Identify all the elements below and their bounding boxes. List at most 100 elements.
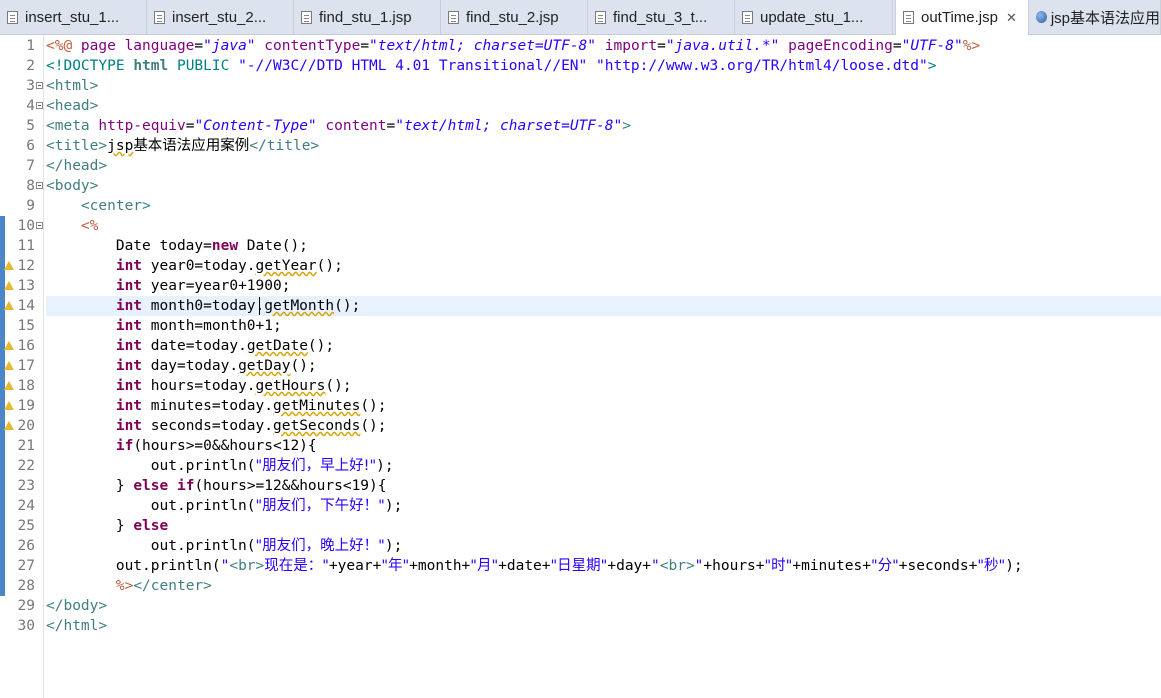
code-line[interactable]: int minutes=today.getMinutes(); <box>46 396 387 416</box>
code-line[interactable]: <% <box>46 216 98 236</box>
code-line[interactable]: int seconds=today.getSeconds(); <box>46 416 387 436</box>
code-line[interactable]: <%@ page language="java" contentType="te… <box>46 36 980 56</box>
tab-6[interactable]: outTime.jsp ✕ <box>895 0 1029 35</box>
code-token: int <box>115 258 143 274</box>
code-line[interactable]: int month=month0+1; <box>46 316 282 336</box>
code-line[interactable]: <meta http-equiv="Content-Type" content=… <box>46 116 631 136</box>
warning-icon[interactable] <box>4 301 14 310</box>
code-line[interactable]: out.println("朋友们，晚上好！"); <box>46 536 403 556</box>
code-line[interactable]: <title>jsp基本语法应用案例</title> <box>46 136 319 156</box>
warning-icon[interactable] <box>4 341 14 350</box>
code-line[interactable]: <head> <box>46 96 98 116</box>
code-token: <meta <box>46 118 99 134</box>
code-token: 现在是：" <box>264 558 329 574</box>
code-token: (); <box>307 338 335 354</box>
fold-toggle-icon[interactable] <box>36 82 43 89</box>
code-token: int <box>115 318 143 334</box>
code-token: getDate <box>246 338 308 354</box>
code-token: ); <box>1005 558 1023 574</box>
code-token: int <box>115 418 143 434</box>
tab-1[interactable]: insert_stu_2... <box>147 0 294 34</box>
code-token: "朋友们，早上好!" <box>255 458 377 474</box>
code-line[interactable]: Date today=new Date(); <box>46 236 308 256</box>
code-token: "秒" <box>977 558 1006 574</box>
code-editor[interactable]: 1 2 3 4 5 6 7 8 9 10 11 12 13 14 15 16 17 18 19 20 21 22 23 24 2… <box>0 35 1161 698</box>
code-token: (); <box>325 378 352 394</box>
warning-icon[interactable] <box>4 261 14 270</box>
code-token: +seconds+ <box>898 558 978 574</box>
code-token: year=year0+1900; <box>142 278 291 294</box>
code-token: Date today= <box>46 238 212 254</box>
code-token: <br> <box>229 558 265 574</box>
code-token: else <box>133 518 169 534</box>
code-line[interactable]: int date=today.getDate(); <box>46 336 334 356</box>
code-line[interactable]: %></center> <box>46 576 212 596</box>
code-line[interactable]: </html> <box>46 616 107 636</box>
line-number: 3 <box>26 78 35 94</box>
code-token: getSeconds <box>273 418 361 434</box>
code-token: (hours>=12&&hours<19){ <box>194 478 387 494</box>
code-line[interactable]: } else <box>46 516 168 536</box>
warning-icon[interactable] <box>4 421 14 430</box>
tab-7[interactable]: jsp基本语法应用 <box>1029 0 1161 34</box>
code-line[interactable]: out.println("朋友们，早上好!"); <box>46 456 394 476</box>
code-token: (); <box>290 358 317 374</box>
code-line[interactable]: <body> <box>46 176 98 196</box>
code-line[interactable]: out.println("朋友们，下午好！"); <box>46 496 403 516</box>
code-line[interactable]: <!DOCTYPE html PUBLIC "-//W3C//DTD HTML … <box>46 56 936 76</box>
code-line[interactable]: int year0=today.getYear(); <box>46 256 343 276</box>
code-line[interactable]: int day=today.getDay(); <box>46 356 317 376</box>
line-number: 7 <box>26 158 35 174</box>
code-line[interactable]: } else if(hours>=12&&hours<19){ <box>46 476 387 496</box>
tab-4[interactable]: find_stu_3_t... <box>588 0 735 34</box>
code-token: <html> <box>46 78 99 94</box>
code-line[interactable]: </body> <box>46 596 107 616</box>
code-area[interactable]: <%@ page language="java" contentType="te… <box>46 35 1161 698</box>
code-line[interactable]: out.println("<br>现在是："+year+"年"+month+"月… <box>46 556 1023 576</box>
code-line[interactable]: <html> <box>46 76 98 96</box>
warning-icon[interactable] <box>4 381 14 390</box>
code-line[interactable]: int year=year0+1900; <box>46 276 291 296</box>
warning-icon[interactable] <box>4 281 14 290</box>
code-token: int <box>115 398 143 414</box>
code-token: = <box>386 118 396 134</box>
code-token: content <box>325 118 387 134</box>
tab-0[interactable]: insert_stu_1... <box>0 0 147 34</box>
code-token: ); <box>384 538 403 554</box>
line-number: 8 <box>26 178 35 194</box>
code-token: day=today. <box>142 358 239 374</box>
code-token: new <box>211 238 239 254</box>
code-token: +month+ <box>409 558 471 574</box>
tab-3[interactable]: find_stu_2.jsp <box>441 0 588 34</box>
line-number: 10 <box>17 218 35 234</box>
code-line[interactable]: </head> <box>46 156 107 176</box>
code-token: language <box>124 38 195 54</box>
code-token: (); <box>360 418 387 434</box>
code-token: = <box>657 38 666 54</box>
warning-icon[interactable] <box>4 401 14 410</box>
line-number: 1 <box>26 38 35 54</box>
fold-toggle-icon[interactable] <box>36 222 43 229</box>
code-token: </head> <box>46 158 108 174</box>
code-line[interactable]: int month0=today.getMonth(); <box>46 296 1161 316</box>
tab-2[interactable]: find_stu_1.jsp <box>294 0 441 34</box>
fold-toggle-icon[interactable] <box>36 102 43 109</box>
file-icon <box>595 10 606 24</box>
code-line[interactable]: <center> <box>46 196 151 216</box>
code-token: getMinutes <box>273 398 361 414</box>
editor-tab-bar: insert_stu_1... insert_stu_2... find_stu_1… <box>0 0 1161 35</box>
fold-toggle-icon[interactable] <box>36 182 43 189</box>
code-line[interactable]: if(hours>=0&&hours<12){ <box>46 436 317 456</box>
line-number: 15 <box>17 318 35 334</box>
code-token: int <box>115 358 143 374</box>
close-icon[interactable]: ✕ <box>1006 10 1017 26</box>
tab-5[interactable]: update_stu_1... <box>735 0 893 34</box>
code-line[interactable]: int hours=today.getHours(); <box>46 376 352 396</box>
warning-icon[interactable] <box>4 361 14 370</box>
